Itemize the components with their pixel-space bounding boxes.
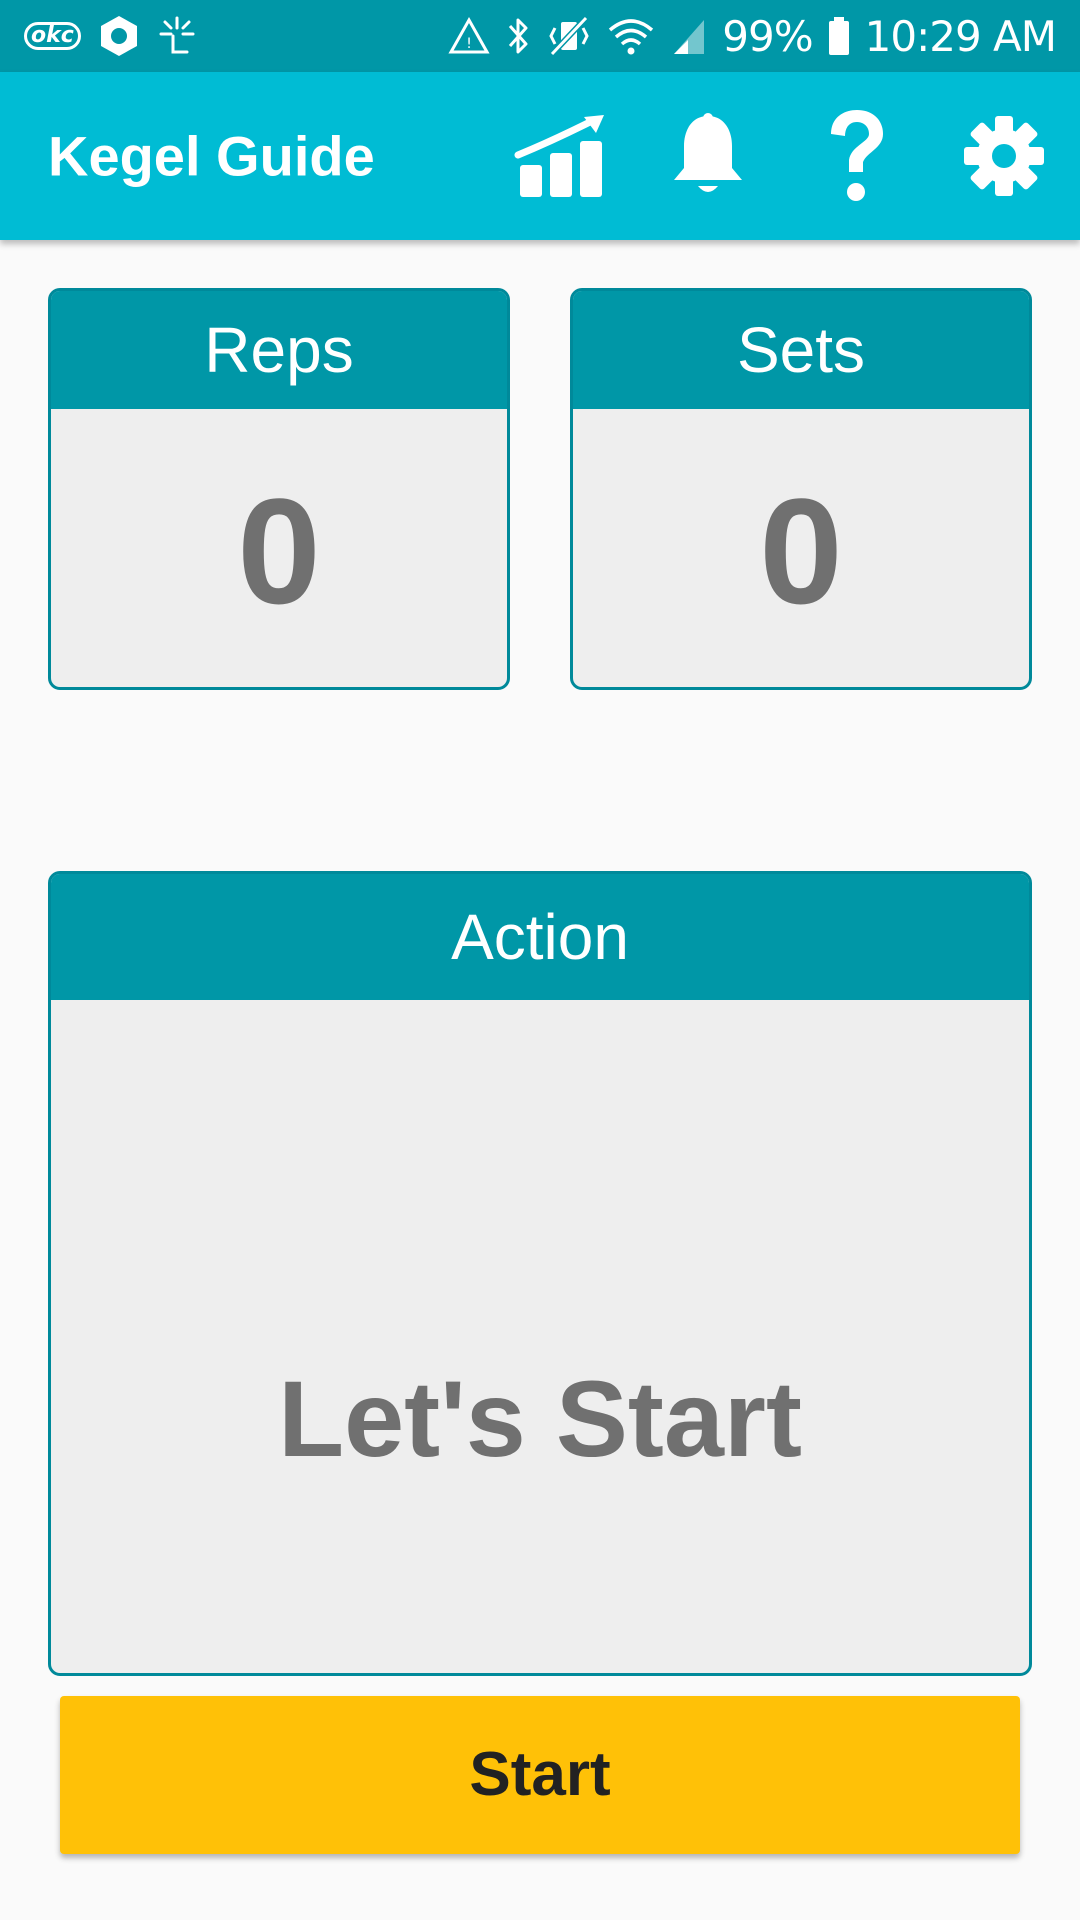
sets-label: Sets — [573, 291, 1029, 409]
battery-percent: 99% — [722, 11, 813, 61]
sparkle-icon — [157, 14, 197, 58]
settings-gear-icon[interactable] — [949, 101, 1059, 211]
status-bar: okc ! 99% 10:29 AM — [0, 0, 1080, 72]
hexagon-app-icon — [99, 14, 139, 58]
reps-label: Reps — [51, 291, 507, 409]
okc-icon: okc — [24, 22, 81, 50]
recycle-alert-icon: ! — [448, 16, 490, 56]
app-title: Kegel Guide — [48, 124, 375, 188]
app-bar: Kegel Guide — [0, 72, 1080, 240]
vibrate-mute-icon — [546, 14, 592, 58]
sets-value: 0 — [759, 467, 843, 635]
action-card: Action Let's Start — [48, 871, 1032, 1676]
battery-icon — [827, 14, 851, 58]
reps-card: Reps 0 — [48, 288, 510, 690]
sets-card: Sets 0 — [570, 288, 1032, 690]
action-label: Action — [51, 874, 1029, 1000]
help-question-icon[interactable] — [801, 101, 911, 211]
start-button[interactable]: Start — [60, 1696, 1020, 1854]
notification-bell-icon[interactable] — [653, 101, 763, 211]
svg-text:!: ! — [466, 36, 472, 52]
reps-value: 0 — [237, 467, 321, 635]
status-time: 10:29 AM — [864, 11, 1057, 61]
signal-icon — [670, 14, 708, 58]
action-status: Let's Start — [278, 1358, 802, 1479]
wifi-icon — [606, 14, 656, 58]
stats-chart-icon[interactable] — [507, 101, 617, 211]
bluetooth-icon — [504, 14, 532, 58]
